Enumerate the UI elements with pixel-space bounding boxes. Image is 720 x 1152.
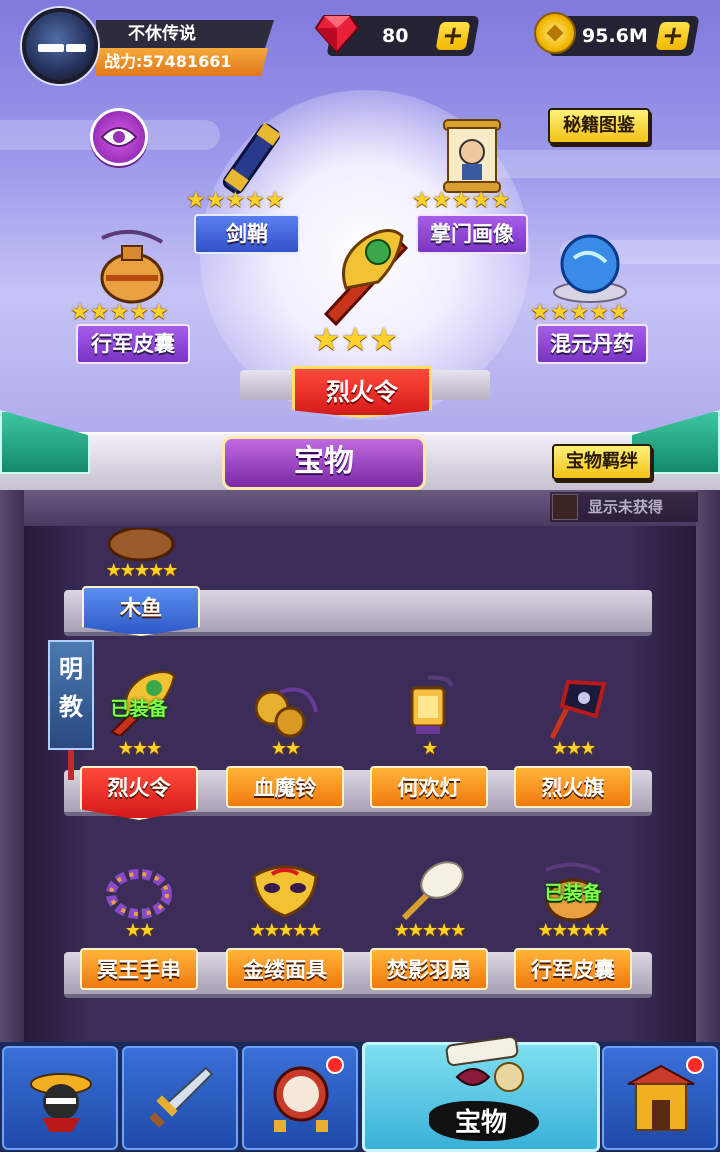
item-label: 烈火旗 [514, 766, 632, 808]
portrait-scroll-icon [443, 119, 501, 193]
treasure-icon [445, 1037, 524, 1092]
item-label: 烈火令 [80, 766, 198, 820]
star-rating: ★★★★★ [537, 920, 611, 941]
treasure-item[interactable]: ★★ 血魔铃 [220, 666, 350, 816]
codex-button[interactable]: 秘籍图鉴 [548, 108, 650, 144]
toggle-label: 显示未获得 [588, 498, 664, 516]
panel-header: 宝物 宝物羁绊 [0, 410, 720, 494]
checkbox[interactable] [552, 494, 578, 520]
item-label: 行军皮囊 [514, 948, 632, 990]
add-gold-button[interactable]: + [655, 21, 691, 51]
add-gems-button[interactable]: + [435, 21, 471, 51]
blood-bell-icon [254, 687, 318, 738]
shelf-wall-right [696, 490, 720, 1042]
star-rating: ★★★ [551, 738, 596, 759]
display-slot-portrait[interactable]: ★ ★ ★ ★ ★ 掌门画像 [410, 118, 534, 258]
power-label: 战力: [104, 52, 143, 71]
treasure-item[interactable]: ★★★ 烈火旗 [508, 666, 638, 816]
fire-flag-icon [549, 679, 607, 740]
drum-icon [273, 1066, 329, 1132]
treasure-item[interactable]: ★★★★★ 焚影羽扇 [364, 848, 494, 998]
golden-mask-icon [252, 865, 318, 918]
gate-icon [627, 1064, 695, 1131]
slot-label: 混元丹药 [536, 324, 648, 364]
notification-badge [326, 1056, 344, 1074]
item-label: 血魔铃 [226, 766, 344, 808]
display-slot-pouch[interactable]: ★ ★ ★ ★ ★ 行军皮囊 [66, 228, 196, 368]
display-slot-pill[interactable]: ★ ★ ★ ★ ★ 混元丹药 [528, 228, 654, 368]
avatar-eye [66, 44, 86, 52]
item-label: 焚影羽扇 [370, 948, 488, 990]
nav-tab-label: 宝物 [454, 1108, 507, 1138]
treasure-item[interactable]: ★★ 冥王手串 [74, 848, 204, 998]
star-rating: ★★★★★ [70, 300, 169, 325]
star-rating: ★★★★★ [186, 188, 285, 213]
treasure-item[interactable]: 已装备 ★★★★★ 行军皮囊 [508, 848, 638, 998]
panel-title: 宝物 [222, 436, 426, 490]
bottom-nav: 宝物 [0, 1037, 720, 1152]
equipped-badge: 已装备 [110, 698, 168, 720]
treasure-bond-button[interactable]: 宝物羁绊 [552, 444, 652, 480]
eye-icon [100, 127, 138, 147]
notification-badge [686, 1056, 704, 1074]
jade-ornament-left [0, 410, 90, 474]
bead-bracelet-icon [106, 869, 172, 919]
item-label: 木鱼 [82, 586, 200, 636]
star-rating: ★★★★★ [393, 920, 467, 941]
preview-eye-button[interactable] [90, 108, 148, 166]
star-rating: ★★★★★ [249, 920, 323, 941]
pouch-icon [100, 229, 164, 304]
treasure-item[interactable]: ★★★★★ 木鱼 [76, 490, 206, 640]
player-card[interactable]: 不休传说 战力:57481661 [22, 8, 274, 84]
treasure-shelf: 显示未获得 ★★★★★ 木鱼 明教 已装备 ★★★ 烈火令 ★★ 血魔铃 ★ 何… [0, 490, 720, 1042]
gem-count: 80 [382, 25, 409, 47]
star-rating: ★★★ [312, 320, 399, 358]
fire-token-icon [323, 229, 409, 327]
display-slot-sheath[interactable]: ★ ★ ★ ★ ★ 剑鞘 [186, 118, 308, 258]
treasure-item[interactable]: 已装备 ★★★ 烈火令 [74, 666, 204, 820]
star-rating: ★ [421, 738, 438, 759]
slot-label: 剑鞘 [194, 214, 300, 254]
show-unowned-toggle[interactable]: 显示未获得 [550, 492, 698, 522]
slot-label: 掌门画像 [416, 214, 528, 254]
avatar[interactable] [22, 8, 98, 84]
star-rating: ★★★ [117, 738, 162, 759]
nav-tab-gate[interactable] [602, 1046, 718, 1150]
avatar-eye [38, 44, 64, 52]
star-rating: ★★★★★ [412, 188, 511, 213]
power-value: 57481661 [142, 52, 232, 71]
gem-icon [314, 15, 360, 54]
treasure-item[interactable]: ★★★★★ 金缕面具 [220, 848, 350, 998]
treasure-item[interactable]: ★ 何欢灯 [364, 666, 494, 816]
nav-tab-drum[interactable] [242, 1046, 358, 1150]
slot-label: 行军皮囊 [76, 324, 190, 364]
equipped-badge: 已装备 [544, 882, 602, 904]
nav-tab-hero[interactable] [2, 1046, 118, 1150]
star-rating: ★★★★★ [105, 560, 179, 581]
gold-coin-icon [534, 12, 576, 54]
gold-count: 95.6M [582, 25, 648, 47]
nav-tab-equipment[interactable] [122, 1046, 238, 1150]
sword-icon [149, 1066, 214, 1128]
item-label: 何欢灯 [370, 766, 488, 808]
lantern-icon [410, 675, 454, 734]
hero-icon [30, 1073, 92, 1132]
player-power: 战力:57481661 [96, 48, 268, 76]
nav-tab-treasure[interactable]: 宝物 [362, 1037, 600, 1152]
feather-fan-icon [401, 861, 464, 921]
star-rating: ★★ [124, 920, 155, 941]
item-label: 冥王手串 [80, 948, 198, 990]
player-name: 不休传说 [96, 20, 274, 48]
pill-orb-icon [553, 234, 627, 303]
sheath-icon [222, 122, 281, 195]
display-slot-center[interactable]: ★ ★ ★ [300, 218, 424, 360]
star-rating: ★★ [270, 738, 301, 759]
item-label: 金缕面具 [226, 948, 344, 990]
star-rating: ★★★★★ [530, 300, 629, 325]
shelf-wall-left [0, 490, 24, 1042]
